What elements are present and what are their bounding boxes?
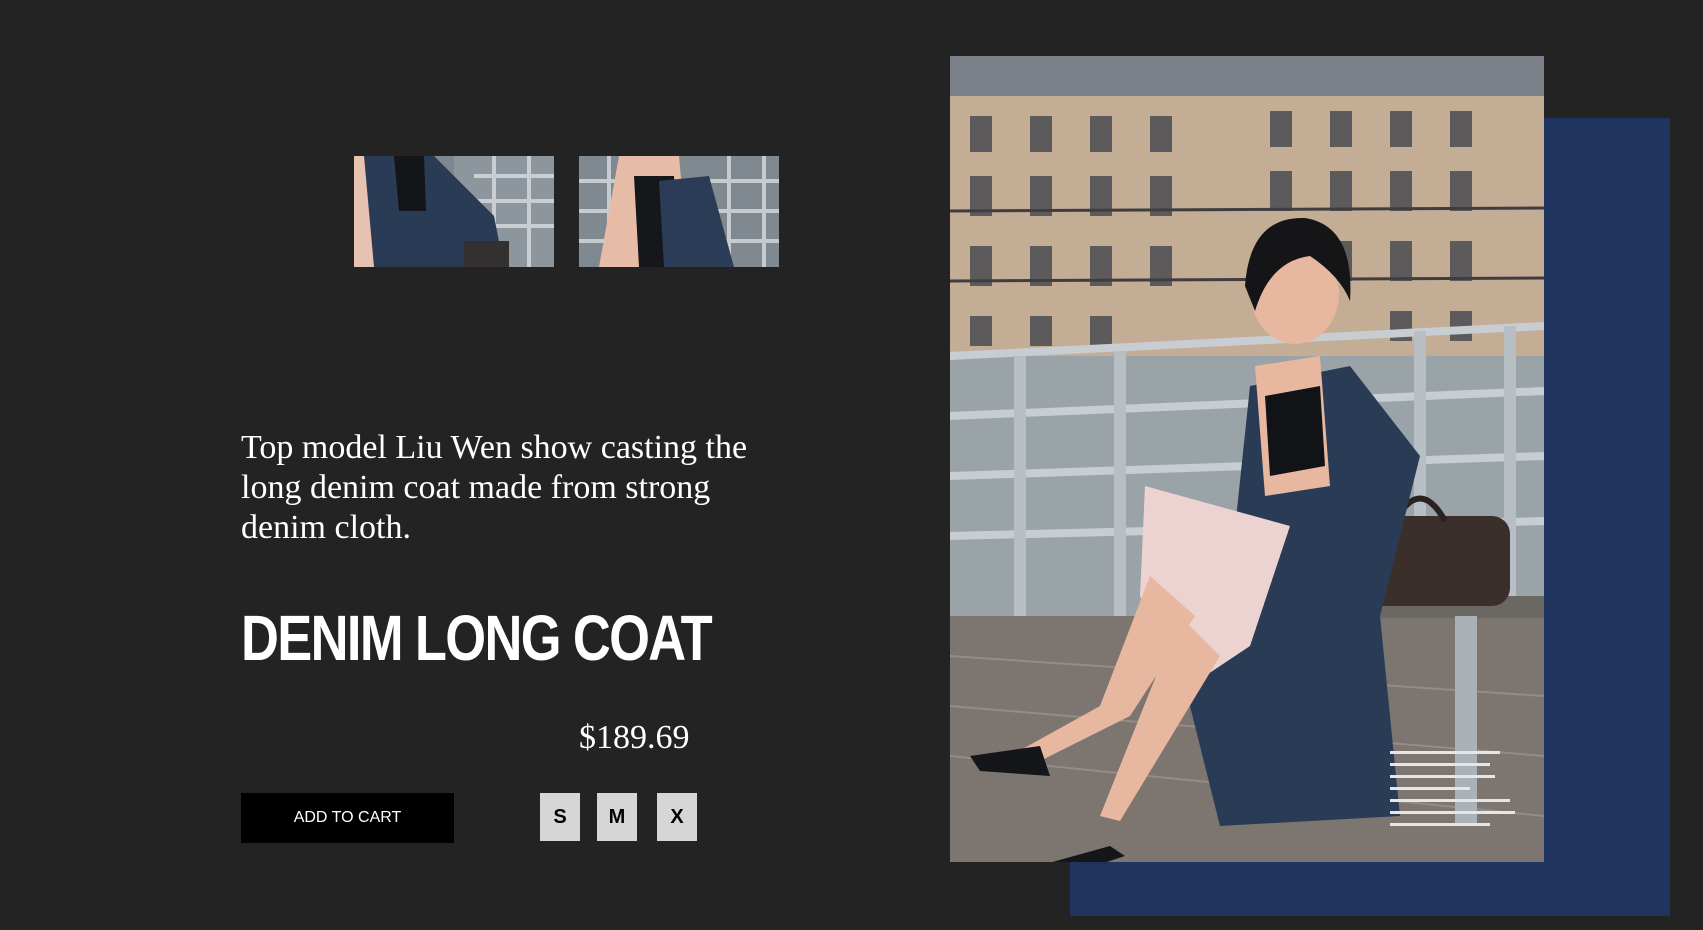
size-button-s[interactable]: S xyxy=(540,793,580,841)
product-description: Top model Liu Wen show casting the long … xyxy=(241,429,748,546)
thumbnail-1-image xyxy=(354,156,554,267)
hero-image-illustration xyxy=(950,56,1544,862)
thumbnail-2[interactable] xyxy=(579,156,779,267)
product-title: DENIM LONG COAT xyxy=(241,602,713,674)
hero-product-image[interactable] xyxy=(950,56,1544,862)
add-to-cart-button[interactable]: ADD TO CART xyxy=(241,793,454,843)
size-button-m[interactable]: M xyxy=(597,793,637,841)
product-price: $189.69 xyxy=(579,719,690,756)
thumbnail-2-image xyxy=(579,156,779,267)
thumbnail-1[interactable] xyxy=(354,156,554,267)
size-button-x[interactable]: X xyxy=(657,793,697,841)
